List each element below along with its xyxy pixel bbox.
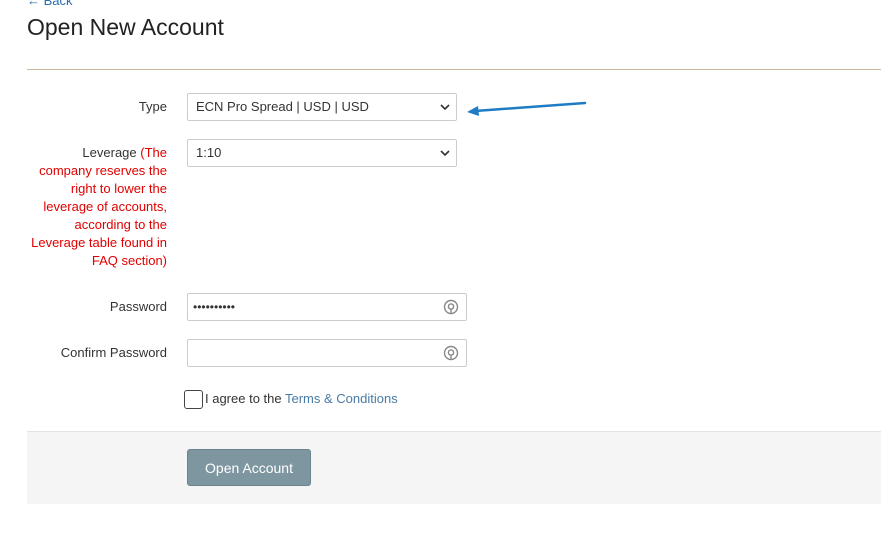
leverage-select-value: 1:10 [196, 145, 222, 160]
divider [27, 69, 881, 70]
leverage-note-line-5: according to the [74, 217, 167, 232]
password-value: •••••••••• [193, 300, 236, 314]
password-reveal-icon[interactable] [443, 345, 459, 361]
leverage-label-text: Leverage [82, 145, 137, 160]
open-account-button[interactable]: Open Account [187, 449, 311, 486]
leverage-note-line-7: FAQ section) [91, 253, 167, 268]
terms-link[interactable]: Terms & Conditions [285, 391, 398, 406]
annotation-arrow-icon [467, 101, 587, 116]
password-reveal-icon[interactable] [443, 299, 459, 315]
type-label: Type [138, 99, 167, 114]
chevron-down-icon [440, 104, 450, 111]
leverage-note-line-1: (The [140, 145, 167, 160]
page-title: Open New Account [27, 14, 224, 40]
password-label: Password [109, 299, 167, 314]
confirm-password-input[interactable] [187, 339, 467, 367]
form-footer [27, 431, 881, 504]
type-select[interactable]: ECN Pro Spread | USD | USD [187, 93, 457, 121]
leverage-note-line-3: right to lower the [70, 181, 167, 196]
leverage-note-line-4: leverage of accounts, [43, 199, 167, 214]
leverage-note-line-6: Leverage table found in [31, 235, 167, 250]
terms-agree-prefix: I agree to the [205, 391, 285, 406]
confirm-password-label: Confirm Password [60, 345, 167, 360]
terms-checkbox[interactable] [184, 390, 203, 409]
password-input[interactable]: •••••••••• [187, 293, 467, 321]
leverage-select[interactable]: 1:10 [187, 139, 457, 167]
chevron-down-icon [440, 150, 450, 157]
terms-agree-text: I agree to the Terms & Conditions [205, 391, 398, 406]
leverage-label: Leverage (The company reserves the right… [31, 144, 167, 270]
leverage-note-line-2: company reserves the [39, 163, 167, 178]
type-select-value: ECN Pro Spread | USD | USD [196, 99, 369, 114]
back-link[interactable]: ← Back [27, 0, 73, 8]
